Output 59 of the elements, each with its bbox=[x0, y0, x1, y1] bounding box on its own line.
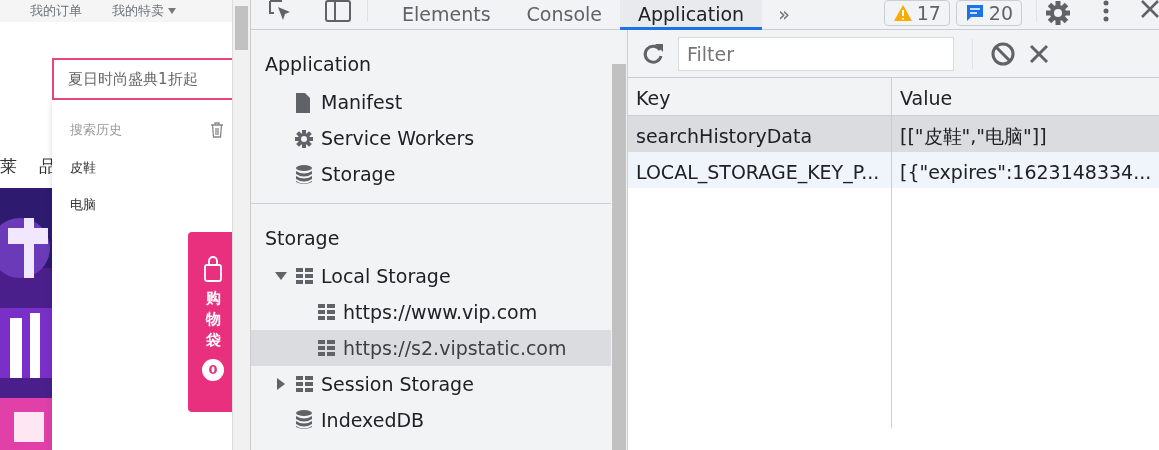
block-icon[interactable] bbox=[991, 41, 1015, 66]
settings-icon[interactable] bbox=[1045, 0, 1071, 26]
trash-icon[interactable] bbox=[210, 121, 224, 138]
column-header[interactable]: Value bbox=[892, 78, 1159, 116]
sidebar-item[interactable]: Session Storage bbox=[251, 366, 611, 402]
table-icon bbox=[295, 265, 313, 287]
sidebar-item[interactable]: Local Storage bbox=[251, 258, 611, 294]
sidebar-item[interactable]: Storage bbox=[251, 156, 611, 193]
close-icon[interactable] bbox=[1141, 0, 1159, 18]
file-icon bbox=[295, 91, 313, 114]
bag-icon bbox=[203, 256, 223, 282]
more-tabs-button[interactable]: » bbox=[762, 0, 806, 29]
table-icon bbox=[317, 337, 335, 359]
message-count: 20 bbox=[988, 0, 1013, 26]
history-title: 搜索历史 bbox=[70, 121, 122, 139]
warning-count: 17 bbox=[916, 0, 941, 26]
cart-label: 购物袋 bbox=[205, 288, 221, 351]
nav-link[interactable]: 莱 bbox=[0, 154, 17, 180]
refresh-icon[interactable] bbox=[642, 42, 664, 65]
column-header[interactable]: Key bbox=[628, 78, 892, 116]
sidebar-item[interactable]: https://www.vip.com bbox=[251, 294, 611, 330]
table-cell[interactable]: LOCAL_STORAGE_KEY_P... bbox=[628, 152, 892, 188]
collapse-arrow-icon[interactable] bbox=[275, 378, 287, 390]
warnings-badge[interactable]: 17 bbox=[883, 0, 950, 26]
scrollbar-thumb[interactable] bbox=[612, 64, 626, 450]
tab[interactable]: Application bbox=[620, 0, 763, 30]
tab[interactable]: Elements bbox=[384, 0, 509, 30]
section-title: Application bbox=[264, 52, 373, 77]
sidebar-item[interactable]: IndexedDB bbox=[251, 402, 611, 438]
message-icon bbox=[964, 3, 985, 23]
cart-sidebar[interactable]: 购物袋 0 bbox=[188, 232, 232, 412]
sidebar-item[interactable]: Service Workers bbox=[251, 120, 611, 157]
scrollbar-thumb[interactable] bbox=[235, 6, 248, 50]
filter-field[interactable]: Filter bbox=[678, 36, 954, 71]
history-item[interactable]: 电脑 bbox=[70, 195, 224, 215]
section-title: Storage bbox=[264, 225, 341, 251]
table-cell[interactable]: [{"expires":1623148334... bbox=[892, 152, 1159, 188]
more-options-icon[interactable] bbox=[1103, 0, 1109, 22]
clear-icon[interactable] bbox=[1029, 43, 1049, 64]
search-field[interactable]: 夏日时尚盛典1折起 bbox=[52, 58, 232, 100]
sidebar-item[interactable]: https://s2.vipstatic.com bbox=[251, 330, 611, 366]
database-icon bbox=[295, 409, 313, 431]
top-link[interactable]: 我的订单 bbox=[30, 0, 82, 22]
tab[interactable]: Console bbox=[508, 0, 620, 30]
cart-count: 0 bbox=[202, 359, 224, 381]
expand-arrow-icon[interactable] bbox=[275, 270, 287, 282]
gear-icon bbox=[295, 127, 313, 150]
top-link[interactable]: 我的特卖 bbox=[112, 0, 176, 22]
messages-badge[interactable]: 20 bbox=[955, 0, 1022, 26]
history-item[interactable]: 皮鞋 bbox=[70, 157, 224, 177]
table-cell[interactable]: [["皮鞋","电脑"]] bbox=[892, 116, 1159, 152]
caret-icon bbox=[168, 8, 176, 14]
device-icon[interactable] bbox=[325, 0, 351, 22]
database-icon bbox=[295, 163, 313, 186]
table-icon bbox=[295, 373, 313, 395]
table-icon bbox=[317, 301, 335, 323]
table-cell[interactable]: searchHistoryData bbox=[628, 116, 892, 152]
sidebar-item[interactable]: Manifest bbox=[251, 84, 611, 121]
warning-icon bbox=[892, 4, 913, 22]
